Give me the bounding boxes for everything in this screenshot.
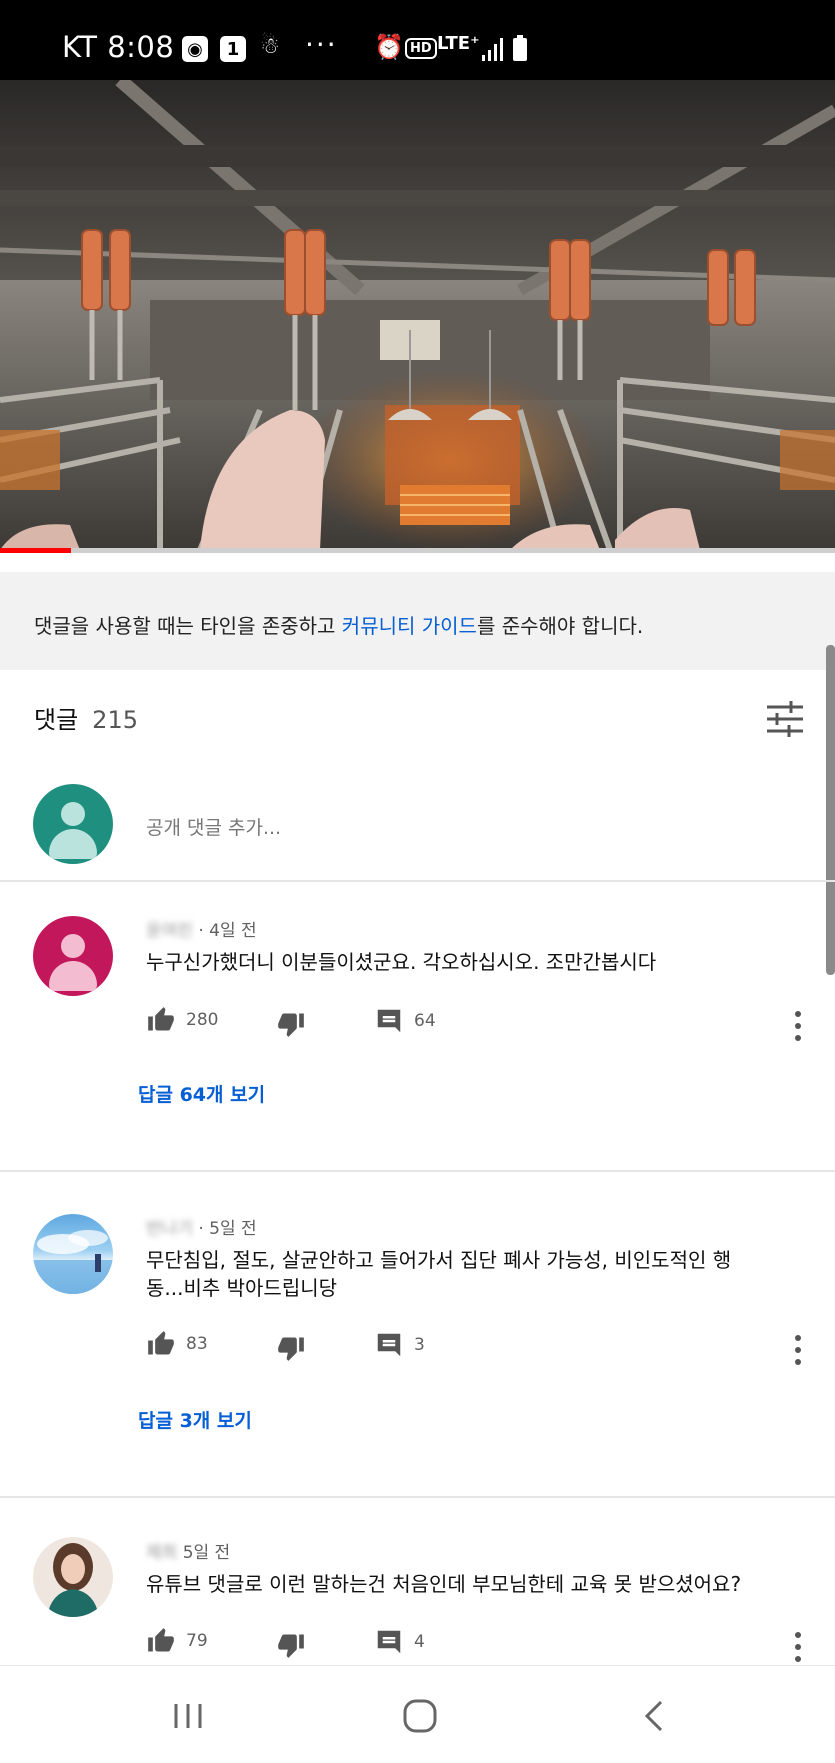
like-count: 280 [186,1010,219,1030]
more-options-icon[interactable] [790,1009,806,1043]
comment-meta: 제희 5일 전 [146,1538,230,1563]
like-button[interactable]: 280 [146,1006,218,1034]
reply-button[interactable]: 3 [374,1330,425,1360]
reply-button[interactable]: 4 [374,1627,425,1657]
reply-count: 3 [414,1335,425,1355]
reply-count: 4 [414,1632,425,1652]
video-frame-image [0,80,835,550]
reply-count: 64 [414,1011,436,1031]
avatar-image [47,1543,99,1617]
comment-author[interactable]: 제희 [146,1543,177,1563]
reply-button[interactable]: 64 [374,1006,436,1036]
comment-time: · 4일 전 [198,921,257,941]
avatar-image [33,1230,113,1294]
more-options-icon[interactable] [790,1333,806,1367]
thumbs-down-icon [278,1013,304,1037]
commenter-avatar[interactable] [33,916,113,996]
home-icon[interactable] [400,1696,440,1736]
notification-badge: 1 [220,36,246,62]
add-comment-row[interactable]: 공개 댓글 추가... [0,770,835,882]
comment-actions: 280 64 [146,1006,826,1038]
recent-apps-icon[interactable] [168,1696,208,1736]
comment-time: 5일 전 [182,1543,231,1563]
thumbs-down-icon [278,1634,304,1658]
video-progress-bar[interactable] [0,548,835,553]
comment-meta: 윤여린 · 4일 전 [146,916,257,941]
back-icon[interactable] [635,1696,675,1736]
comment-text: 누구신가했더니 이분들이셨군요. 각오하십시오. 조만간봅시다 [146,950,657,974]
sort-filter-icon[interactable] [765,699,805,739]
more-notifications-icon: ··· [305,28,338,61]
status-bar: KT 8:08 ◉ 1 ☃ ··· ⏰ HD LTE⁺ [0,0,835,80]
thumbs-up-icon [148,1331,174,1355]
comment-meta: 반나기 · 5일 전 [146,1214,257,1239]
app-notification-icon: ☃ [260,34,280,59]
commenter-avatar[interactable] [33,1537,113,1617]
comment-item: 반나기 · 5일 전 무단침입, 절도, 살균안하고 들어가서 집단 폐사 가능… [0,1174,835,1498]
commenter-avatar[interactable] [33,1214,113,1294]
comment-author[interactable]: 반나기 [146,1219,193,1239]
network-type: LTE⁺ [437,33,480,54]
comment-item: 윤여린 · 4일 전 누구신가했더니 이분들이셨군요. 각오하십시오. 조만간봅… [0,884,835,1172]
dislike-button[interactable] [276,1010,306,1038]
dislike-button[interactable] [276,1631,306,1659]
add-comment-input[interactable]: 공개 댓글 추가... [146,813,281,840]
guidelines-suffix: 를 준수해야 합니다. [476,614,644,638]
comment-actions: 79 4 [146,1627,826,1659]
carrier-time: KT 8:08 [62,30,175,64]
own-avatar [33,784,113,864]
thumbs-up-icon [148,1007,174,1031]
thumbs-down-icon [278,1337,304,1361]
screenshot-icon: ◉ [182,36,208,62]
more-options-icon[interactable] [790,1630,806,1664]
thumbs-up-icon [148,1628,174,1652]
reply-comment-icon [377,1333,401,1357]
video-progress-fill [0,548,71,553]
comments-label: 댓글 [34,706,79,734]
community-guidelines-banner: 댓글을 사용할 때는 타인을 존중하고 커뮤니티 가이드를 준수해야 합니다. [0,572,835,670]
comments-title: 댓글 215 [34,700,138,735]
system-navigation-bar [0,1665,835,1763]
alarm-icon: ⏰ [374,33,404,61]
signal-icon [482,38,503,61]
comment-actions: 83 3 [146,1330,826,1362]
like-button[interactable]: 79 [146,1627,208,1655]
video-player[interactable] [0,80,835,550]
like-button[interactable]: 83 [146,1330,208,1358]
dislike-button[interactable] [276,1334,306,1362]
comment-text: 유튜브 댓글로 이런 말하는건 처음인데 부모님한테 교육 못 받으셨어요? [146,1572,742,1596]
comment-time: · 5일 전 [198,1219,257,1239]
comment-item: 제희 5일 전 유튜브 댓글로 이런 말하는건 처음인데 부모님한테 교육 못 … [0,1500,835,1665]
comments-count: 215 [92,706,138,734]
guidelines-prefix: 댓글을 사용할 때는 타인을 존중하고 [34,614,342,638]
guidelines-text: 댓글을 사용할 때는 타인을 존중하고 커뮤니티 가이드를 준수해야 합니다. [34,610,643,639]
community-guidelines-link[interactable]: 커뮤니티 가이드 [342,614,477,638]
hd-voice-icon: HD [405,38,437,59]
reply-comment-icon [377,1630,401,1654]
comment-text: 무단침입, 절도, 살균안하고 들어가서 집단 폐사 가능성, 비인도적인 행동… [146,1248,732,1300]
battery-icon [513,35,527,61]
reply-comment-icon [377,1009,401,1033]
like-count: 83 [186,1334,208,1354]
view-replies-link[interactable]: 답글 64개 보기 [138,1080,265,1107]
like-count: 79 [186,1631,208,1651]
view-replies-link[interactable]: 답글 3개 보기 [138,1406,252,1433]
comment-author[interactable]: 윤여린 [146,921,193,941]
